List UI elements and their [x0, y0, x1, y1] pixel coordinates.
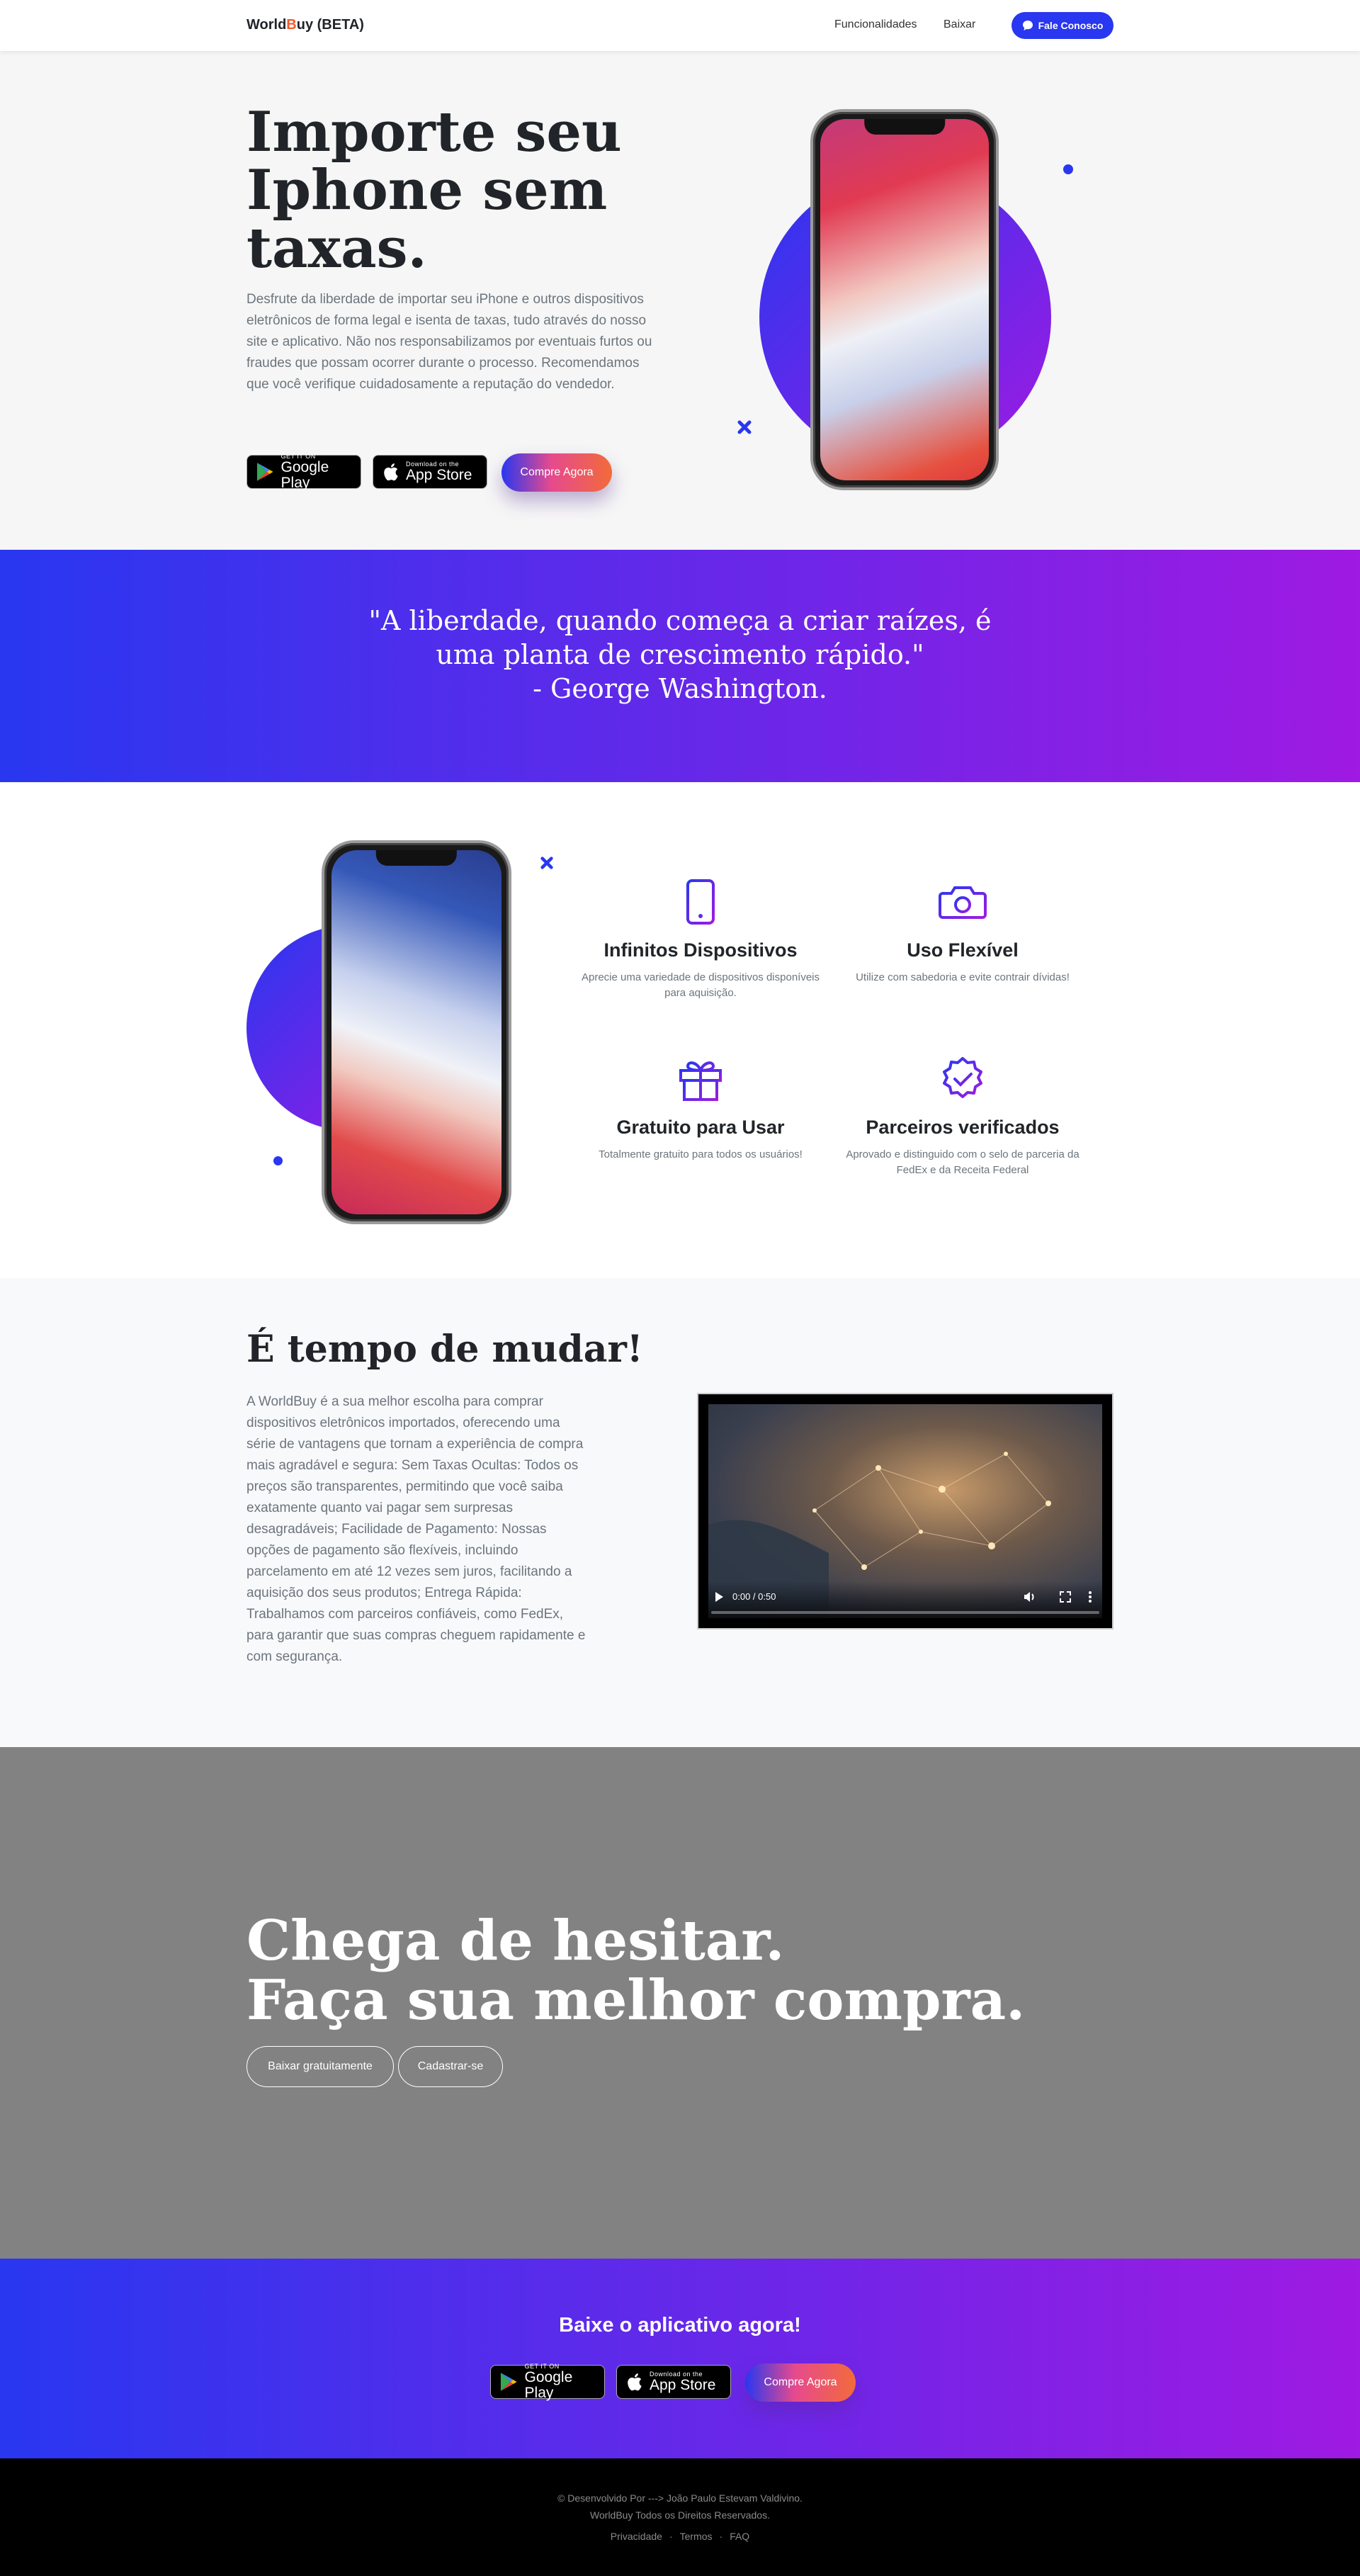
footer-link-faq[interactable]: FAQ	[730, 2531, 749, 2542]
features-phone-image	[322, 840, 511, 1224]
google-play-badge[interactable]: GET IT ON Google Play	[246, 453, 361, 491]
video-progress-track[interactable]	[711, 1611, 1099, 1614]
feature-card-devices: Infinitos Dispositivos Aprecie uma varie…	[570, 877, 832, 1001]
google-play-big: Google Play	[280, 459, 329, 491]
feature-title: Parceiros verificados	[866, 1117, 1060, 1138]
navbar: WorldBuy (BETA) Funcionalidades Baixar F…	[0, 0, 1360, 51]
dot-decoration	[1063, 164, 1073, 174]
cta-section: Chega de hesitar. Faça sua melhor compra…	[0, 1747, 1360, 2259]
footer: © Desenvolvido Por ---> João Paulo Estev…	[0, 2458, 1360, 2576]
cross-decoration	[737, 420, 752, 434]
brand-b: B	[286, 17, 297, 33]
video-player[interactable]: 0:00 / 0:50	[697, 1393, 1114, 1629]
change-section: É tempo de mudar! A WorldBuy é a sua mel…	[0, 1278, 1360, 1747]
quote-author: - George Washington.	[533, 673, 827, 704]
feature-title: Gratuito para Usar	[616, 1117, 785, 1138]
feature-title: Uso Flexível	[907, 939, 1019, 961]
cta-line-2: Faça sua melhor compra.	[246, 1968, 1026, 2033]
buy-now-button[interactable]: Compre Agora	[745, 2363, 856, 2402]
google-play-badge[interactable]: GET IT ON Google Play	[490, 2363, 605, 2401]
hero-title: Importe seu Iphone sem taxas.	[246, 100, 622, 281]
signup-button[interactable]: Cadastrar-se	[398, 2046, 503, 2087]
feature-card-free: Gratuito para Usar Totalmente gratuito p…	[570, 1054, 832, 1163]
cta-line-1: Chega de hesitar.	[246, 1909, 785, 1973]
volume-icon[interactable]	[1023, 1591, 1036, 1603]
dot-decoration	[273, 1156, 283, 1165]
gift-icon	[679, 1061, 722, 1101]
cross-decoration	[540, 857, 553, 869]
footer-link-privacy[interactable]: Privacidade	[611, 2531, 662, 2542]
quote-line-2: uma planta de crescimento rápido."	[436, 639, 924, 670]
download-free-button[interactable]: Baixar gratuitamente	[246, 2046, 394, 2087]
download-title: Baixe o aplicativo agora!	[559, 2314, 801, 2337]
brand-logo[interactable]: WorldBuy (BETA)	[246, 17, 364, 33]
app-store-big: App Store	[406, 467, 472, 483]
feature-text: Aprovado e distinguido com o selo de par…	[846, 1148, 1080, 1176]
change-text: A WorldBuy é a sua melhor escolha para c…	[246, 1394, 586, 1664]
feature-title: Infinitos Dispositivos	[604, 939, 798, 961]
buy-now-button[interactable]: Compre Agora	[502, 453, 612, 492]
change-title: É tempo de mudar!	[246, 1328, 643, 1371]
feature-text: Aprecie uma variedade de dispositivos di…	[581, 971, 820, 999]
footer-rights: WorldBuy Todos os Direitos Reservados.	[590, 2509, 770, 2521]
phone-icon	[686, 879, 715, 925]
play-icon[interactable]	[714, 1591, 724, 1603]
quote-text: "A liberdade, quando começa a criar raíz…	[0, 604, 1360, 706]
footer-separator: ·	[669, 2531, 673, 2542]
contact-button-label: Fale Conosco	[1038, 20, 1104, 31]
google-play-big: Google Play	[524, 2369, 573, 2401]
chat-icon	[1022, 21, 1033, 30]
apple-icon	[628, 2373, 642, 2391]
fullscreen-icon[interactable]	[1060, 1591, 1071, 1603]
quote-line-1: "A liberdade, quando começa a criar raíz…	[368, 605, 992, 636]
app-store-badge[interactable]: Download on the App Store	[616, 2365, 731, 2399]
download-section: Baixe o aplicativo agora! GET IT ON Googl…	[0, 2259, 1360, 2458]
google-play-icon	[500, 2373, 517, 2391]
apple-icon	[384, 463, 398, 481]
footer-links: Privacidade · Termos · FAQ	[0, 2531, 1360, 2542]
feature-card-flexible: Uso Flexível Utilize com sabedoria e evi…	[832, 877, 1094, 985]
feature-card-partners: Parceiros verificados Aprovado e disting…	[832, 1054, 1094, 1178]
app-store-big: App Store	[650, 2377, 716, 2393]
nav-link-download[interactable]: Baixar	[944, 18, 975, 31]
footer-separator: ·	[719, 2531, 723, 2542]
hero-phone-image	[810, 109, 999, 490]
feature-text: Totalmente gratuito para todos os usuári…	[599, 1148, 803, 1160]
camera-icon	[939, 886, 987, 919]
app-store-badge[interactable]: Download on the App Store	[373, 455, 487, 489]
footer-link-terms[interactable]: Termos	[680, 2531, 713, 2542]
footer-credit: © Desenvolvido Por ---> João Paulo Estev…	[557, 2492, 803, 2504]
contact-button[interactable]: Fale Conosco	[1012, 12, 1114, 39]
video-time: 0:00 / 0:50	[732, 1591, 776, 1602]
brand-prefix: World	[246, 17, 287, 33]
brand-suffix: uy (BETA)	[296, 17, 364, 33]
nav-link-features[interactable]: Funcionalidades	[834, 18, 917, 31]
verified-badge-icon	[943, 1057, 982, 1098]
hero-section: Importe seu Iphone sem taxas. Desfrute d…	[0, 51, 1360, 550]
google-play-icon	[256, 463, 273, 481]
quote-section: "A liberdade, quando começa a criar raíz…	[0, 550, 1360, 782]
features-section: Infinitos Dispositivos Aprecie uma varie…	[0, 782, 1360, 1278]
more-options-icon[interactable]	[1088, 1591, 1092, 1603]
video-controls: 0:00 / 0:50	[708, 1581, 1102, 1618]
feature-text: Utilize com sabedoria e evite contrair d…	[856, 971, 1070, 983]
cta-title: Chega de hesitar. Faça sua melhor compra…	[246, 1911, 1025, 2030]
hero-text: Desfrute da liberdade de importar seu iP…	[246, 292, 652, 392]
